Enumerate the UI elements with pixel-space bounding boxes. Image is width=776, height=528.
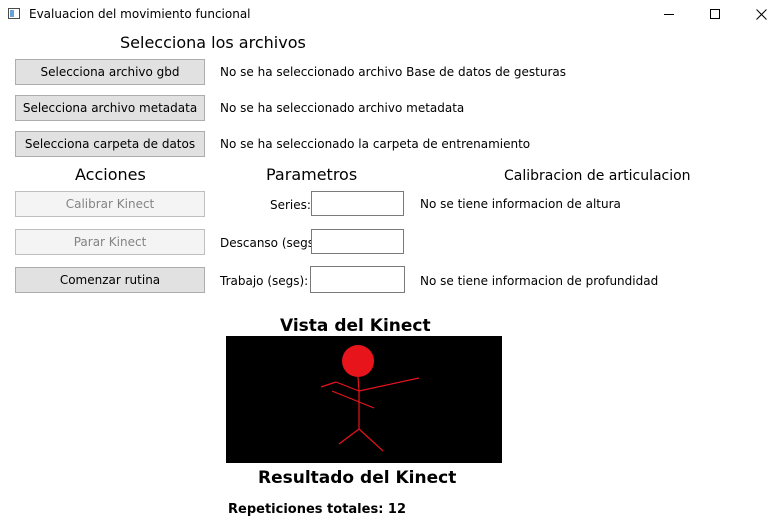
window-title: Evaluacion del movimiento funcional <box>29 7 251 21</box>
kinect-view <box>226 336 502 463</box>
minimize-icon <box>664 14 674 15</box>
params-heading: Parametros <box>266 165 358 184</box>
app-window: Evaluacion del movimiento funcional Sele… <box>0 0 776 528</box>
skeleton-right-arm <box>358 377 420 392</box>
total-repetitions: Repeticiones totales: 12 <box>228 502 407 517</box>
title-bar: Evaluacion del movimiento funcional <box>0 0 776 30</box>
skeleton-head <box>342 345 374 377</box>
series-input[interactable] <box>311 191 404 216</box>
select-metadata-button[interactable]: Selecciona archivo metadata <box>15 95 205 121</box>
app-window-icon <box>8 8 20 19</box>
select-gbd-button[interactable]: Selecciona archivo gbd <box>15 59 205 85</box>
skeleton-left-leg <box>338 428 360 445</box>
close-button[interactable] <box>738 0 776 30</box>
depth-status: No se tiene informacion de profundidad <box>420 274 659 288</box>
close-icon <box>756 9 767 20</box>
calibration-heading: Calibracion de articulacion <box>504 168 691 184</box>
rest-input[interactable] <box>311 229 404 254</box>
gbd-status: No se ha seleccionado archivo Base de da… <box>220 65 566 79</box>
work-input[interactable] <box>310 266 405 293</box>
calibrate-kinect-button[interactable]: Calibrar Kinect <box>15 191 205 217</box>
series-label: Series: <box>270 198 311 212</box>
skeleton-left-forearm <box>320 381 337 388</box>
minimize-button[interactable] <box>646 0 692 30</box>
skeleton-shoulder-line <box>331 390 375 409</box>
start-routine-button[interactable]: Comenzar rutina <box>15 267 205 293</box>
folder-status: No se ha seleccionado la carpeta de entr… <box>220 137 531 151</box>
height-status: No se tiene informacion de altura <box>420 197 621 211</box>
work-label: Trabajo (segs): <box>220 274 309 288</box>
skeleton-right-leg <box>358 428 384 452</box>
maximize-icon <box>710 9 720 19</box>
rest-label: Descanso (segs) <box>220 236 319 250</box>
actions-heading: Acciones <box>75 165 146 184</box>
files-heading: Selecciona los archivos <box>120 33 306 52</box>
stop-kinect-button[interactable]: Parar Kinect <box>15 229 205 255</box>
metadata-status: No se ha seleccionado archivo metadata <box>220 101 465 115</box>
skeleton-figure <box>320 345 420 452</box>
select-folder-button[interactable]: Selecciona carpeta de datos <box>15 131 205 157</box>
skeleton-left-upper-arm <box>335 381 360 392</box>
kinect-result-heading: Resultado del Kinect <box>258 468 457 488</box>
maximize-button[interactable] <box>692 0 738 30</box>
kinect-view-heading: Vista del Kinect <box>280 316 431 336</box>
skeleton-neck <box>357 376 360 392</box>
